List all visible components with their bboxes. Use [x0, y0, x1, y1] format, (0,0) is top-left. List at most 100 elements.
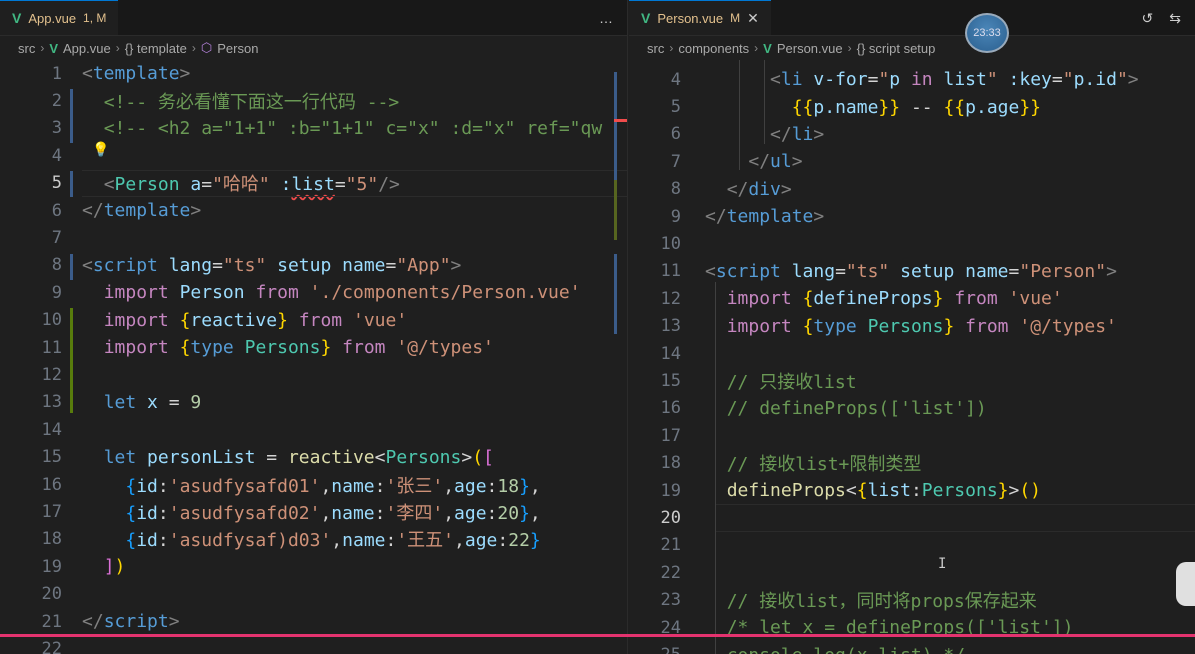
tab-person-vue[interactable]: V Person.vue M ✕	[629, 0, 771, 35]
code-line[interactable]: 5 <Person a="哈哈" :list="5"/>	[0, 169, 627, 198]
code-line[interactable]: 4 <li v-for="p in list" :key="p.id">	[629, 66, 1195, 93]
code-line[interactable]: 12	[0, 361, 627, 388]
line-number: 14	[660, 343, 681, 364]
code-line[interactable]: 8 </div>	[629, 176, 1195, 203]
code-token: '@/types'	[396, 337, 494, 359]
code-line[interactable]: 13 let x = 9	[0, 389, 627, 416]
compare-icon[interactable]: ⇆	[1169, 10, 1181, 27]
code-token: import	[103, 309, 169, 331]
code-line[interactable]: 20	[0, 581, 627, 608]
code-token: <!-- 务必看懂下面这一行代码 -->	[103, 92, 400, 114]
code-token: list	[943, 69, 987, 91]
code-line[interactable]: 21	[629, 532, 1195, 559]
code-line[interactable]: 19 defineProps<{list:Persons}>()	[629, 477, 1195, 504]
code-token: "	[1062, 69, 1074, 91]
code-token: '李四'	[385, 503, 444, 525]
code-token: {	[802, 288, 814, 310]
more-actions-icon[interactable]: …	[599, 10, 613, 26]
code-token: "ts"	[845, 260, 890, 282]
code-line[interactable]: 24 /* let x = defineProps(['list'])	[629, 614, 1195, 641]
code-editor[interactable]: 4 <li v-for="p in list" :key="p.id"> 5 {{…	[629, 60, 1195, 654]
code-line[interactable]: 25 console.log(x.list) */	[629, 641, 1195, 654]
code-line[interactable]: 3 <!-- <h2 a="1+1" :b="1+1" c="x" :d="x"…	[0, 115, 627, 142]
code-token: ,	[443, 475, 455, 497]
floating-widget[interactable]	[1176, 562, 1195, 606]
code-token: =	[867, 69, 879, 91]
left-editor-pane[interactable]: V App.vue 1, M … src › V App.vue › {} te…	[0, 0, 628, 654]
code-token: 'vue'	[1008, 288, 1063, 310]
code-line[interactable]: 12 import {defineProps} from 'vue'	[629, 285, 1195, 312]
code-line[interactable]: 9 </template>	[629, 203, 1195, 230]
code-token: li	[791, 123, 814, 145]
breadcrumb-item[interactable]: Person	[217, 41, 258, 56]
code-line[interactable]: 14	[629, 340, 1195, 367]
code-line[interactable]: 23 // 接收list，同时将props保存起来	[629, 587, 1195, 614]
code-line[interactable]: 1 <template>	[0, 60, 627, 87]
line-number: 22	[41, 639, 62, 654]
code-line[interactable]: 11 import {type Persons} from '@/types'	[0, 334, 627, 361]
code-line[interactable]: 17	[629, 422, 1195, 449]
scrollbar-marker	[614, 254, 617, 334]
code-token: :	[497, 530, 509, 552]
breadcrumb-item[interactable]: {} script setup	[857, 41, 936, 56]
chevron-right-icon: ›	[40, 41, 45, 55]
code-token: '张三'	[385, 475, 444, 497]
code-line[interactable]: 11 <script lang="ts" setup name="Person">	[629, 258, 1195, 285]
right-editor-pane[interactable]: V Person.vue M ✕ ↺ ⇆ src › components › …	[629, 0, 1195, 654]
history-icon[interactable]: ↺	[1142, 10, 1154, 27]
close-icon[interactable]: ✕	[747, 10, 759, 27]
code-line[interactable]: 6 </li>	[629, 121, 1195, 148]
breadcrumb-item[interactable]: components	[678, 41, 749, 56]
code-line[interactable]: 13 import {type Persons} from '@/types'	[629, 313, 1195, 340]
code-line[interactable]: 6 </template>	[0, 197, 627, 224]
code-token: // 接收list+限制类型	[726, 454, 922, 476]
code-token: "5"	[345, 174, 379, 196]
code-token: </	[770, 123, 792, 145]
code-token: Person	[179, 282, 245, 304]
code-line[interactable]: 10	[629, 230, 1195, 257]
code-token: lang	[791, 260, 836, 282]
code-line[interactable]: 18 {id:'asudfysaf)d03',name:'王五',age:22}	[0, 526, 627, 553]
code-line[interactable]: 22	[629, 559, 1195, 586]
breadcrumb-item[interactable]: src	[647, 41, 664, 56]
code-line[interactable]: 2 <!-- 务必看懂下面这一行代码 -->	[0, 87, 627, 114]
code-line[interactable]: 14	[0, 416, 627, 443]
lightbulb-icon[interactable]: 💡	[92, 142, 109, 158]
code-token: ,	[529, 475, 541, 497]
code-text: import {reactive} from 'vue'	[70, 309, 408, 331]
code-line[interactable]: 7 </ul>	[629, 148, 1195, 175]
code-line[interactable]: 5 {{p.name}} -- {{p.age}}	[629, 93, 1195, 120]
code-line[interactable]: 15 let personList = reactive<Persons>([	[0, 444, 627, 471]
code-line[interactable]: 20	[629, 504, 1195, 533]
code-line[interactable]: 22	[0, 635, 627, 654]
code-line[interactable]: 18 // 接收list+限制类型	[629, 450, 1195, 477]
code-line[interactable]: 19 ])	[0, 553, 627, 580]
code-line[interactable]: 21 </script>	[0, 608, 627, 635]
code-line[interactable]: 16 {id:'asudfysafd01',name:'张三',age:18},	[0, 471, 627, 498]
code-line[interactable]: 9 import Person from './components/Perso…	[0, 279, 627, 306]
git-change-marker	[70, 254, 73, 280]
breadcrumb-item[interactable]: Person.vue	[777, 41, 843, 56]
code-line[interactable]: 8 <script lang="ts" setup name="App">	[0, 252, 627, 279]
code-token: {	[856, 480, 868, 502]
git-change-marker	[70, 89, 73, 143]
code-token: import	[726, 288, 792, 310]
video-progress-bar[interactable]	[0, 634, 1195, 637]
breadcrumb-item[interactable]: {} template	[125, 41, 187, 56]
code-line[interactable]: 7	[0, 224, 627, 251]
code-text: let x = 9	[70, 392, 202, 413]
code-token: a	[190, 174, 202, 196]
code-line[interactable]: 10 import {reactive} from 'vue'	[0, 307, 627, 334]
code-text: </li>	[689, 124, 824, 145]
breadcrumb-item[interactable]: src	[18, 41, 35, 56]
breadcrumb-item[interactable]: App.vue	[63, 41, 111, 56]
code-line[interactable]: 15 // 只接收list	[629, 367, 1195, 394]
code-line[interactable]: 17 {id:'asudfysafd02',name:'李四',age:20},	[0, 498, 627, 525]
code-line[interactable]: 16 // defineProps(['list'])	[629, 395, 1195, 422]
tab-app-vue[interactable]: V App.vue 1, M	[0, 0, 119, 35]
